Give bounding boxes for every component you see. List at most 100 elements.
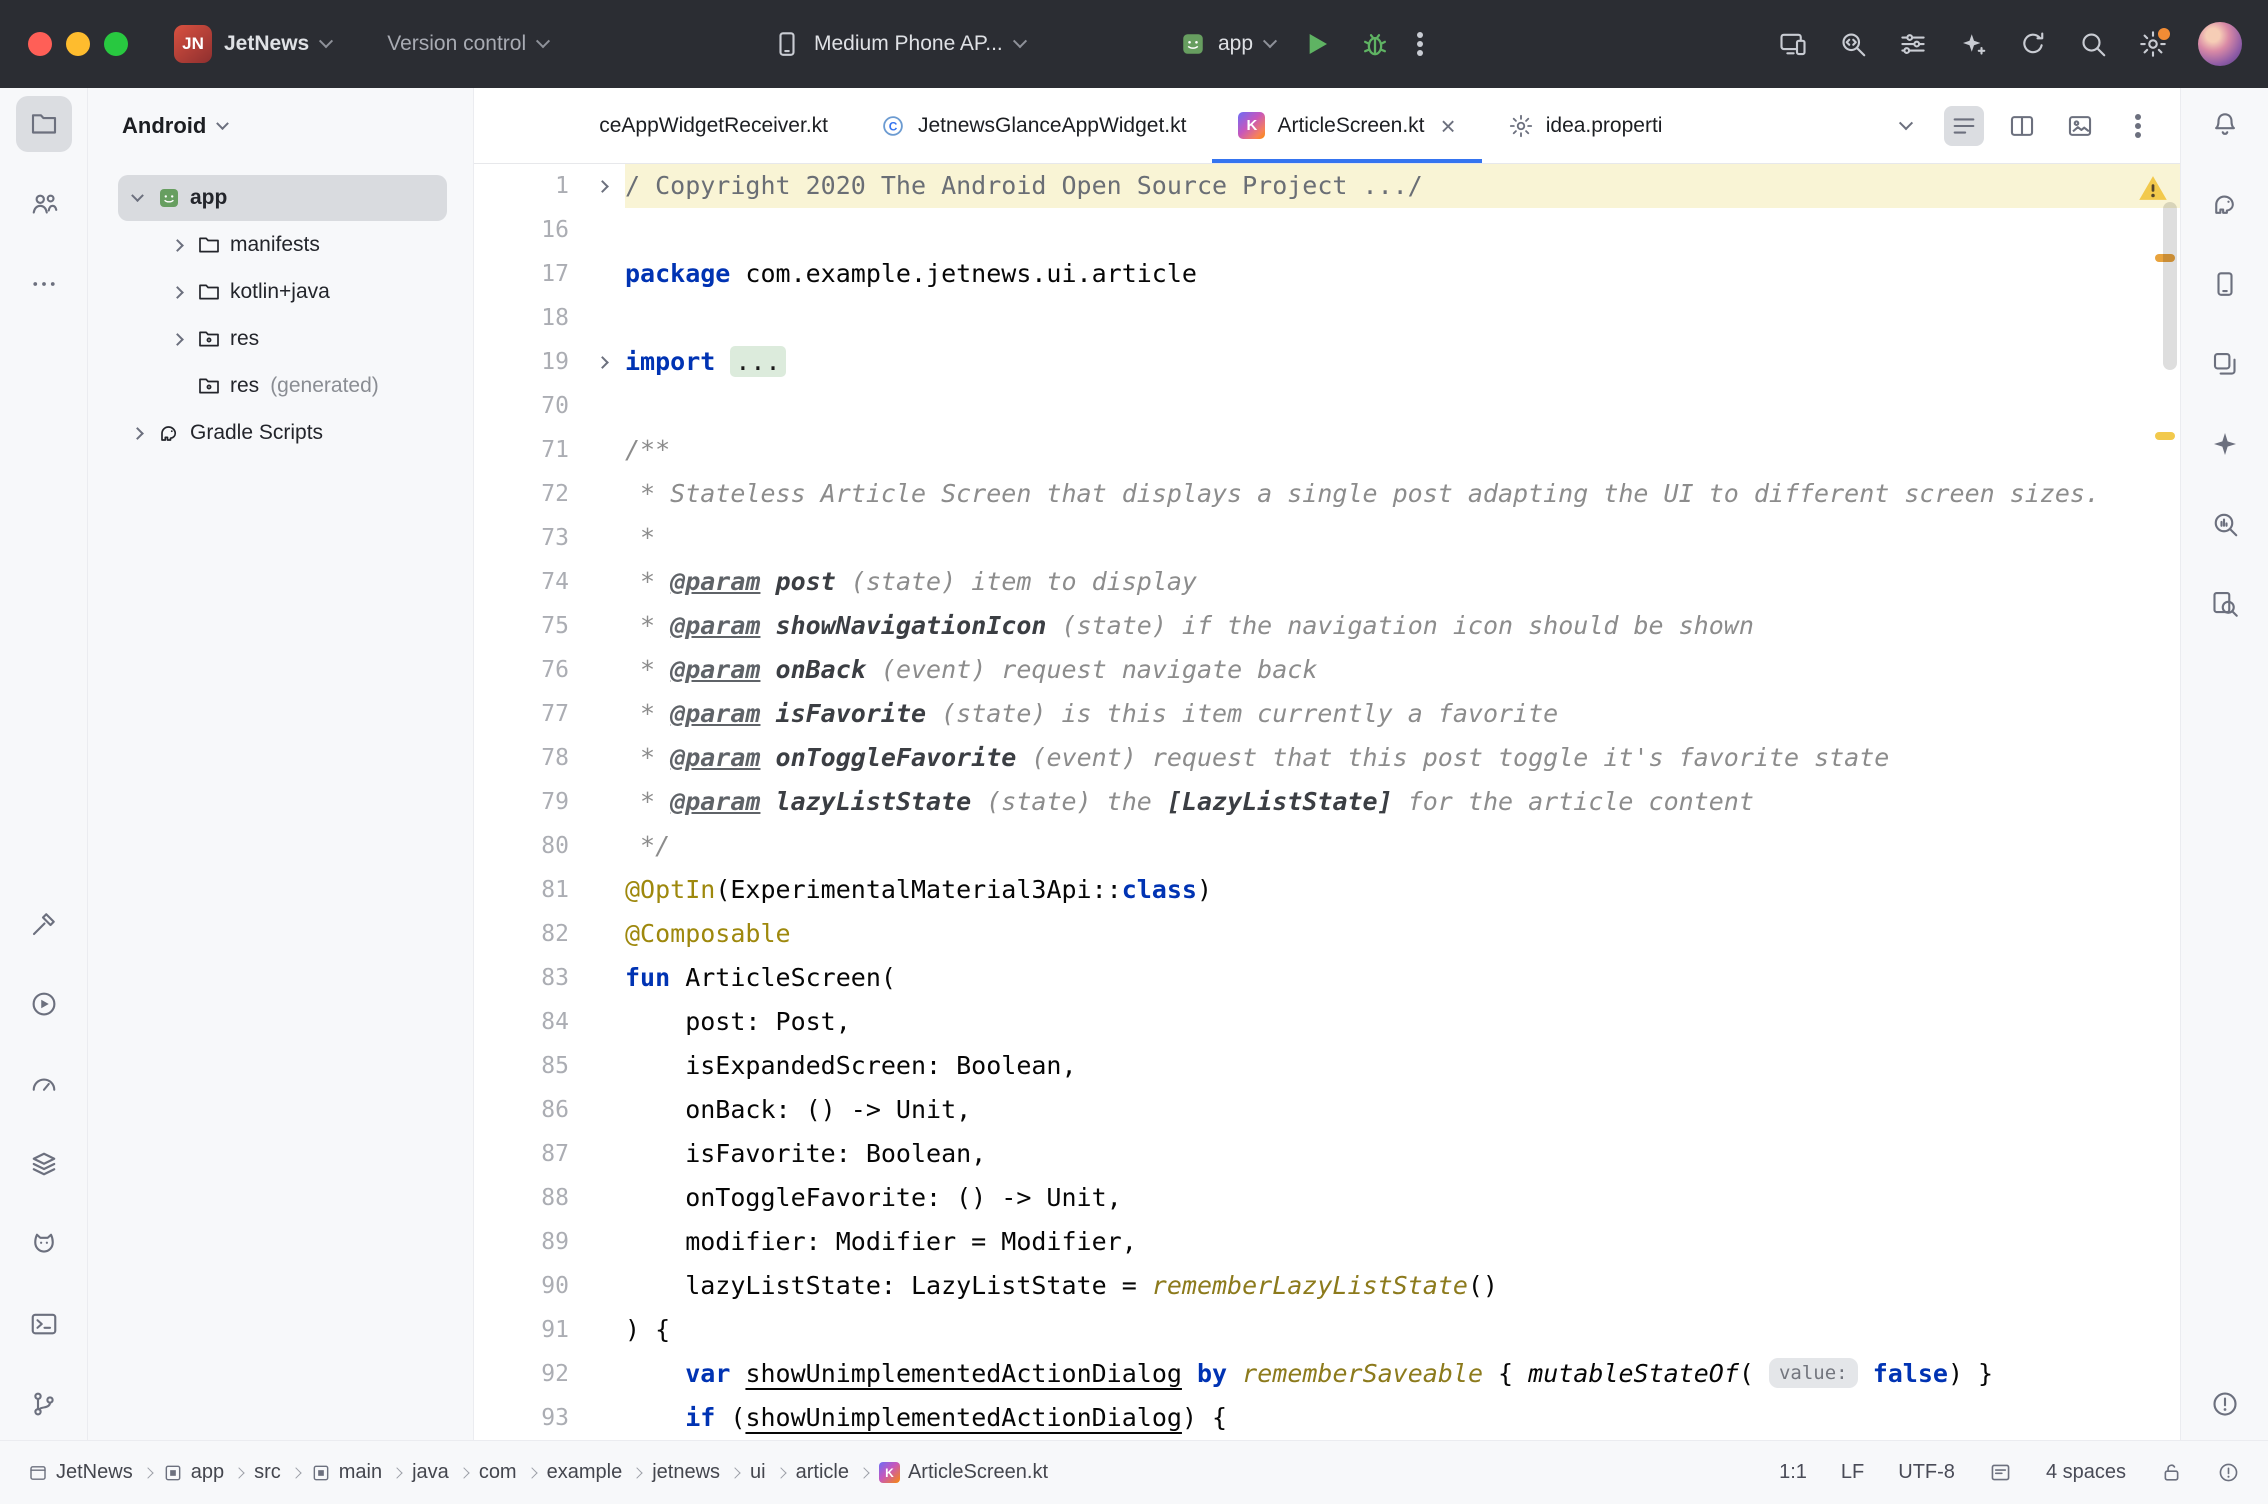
logcat-icon[interactable] (16, 1216, 72, 1272)
split-editor-icon[interactable] (2002, 106, 2042, 146)
code-line-73[interactable]: 73 * (474, 516, 2180, 560)
line-number[interactable]: 86 (474, 1088, 579, 1132)
line-number[interactable]: 90 (474, 1264, 579, 1308)
tab-ceappwidgetreceiver-kt[interactable]: ceAppWidgetReceiver.kt (474, 88, 854, 163)
fold-toggle-icon[interactable] (579, 340, 625, 384)
search-everywhere-icon[interactable] (2078, 29, 2108, 59)
code-line-92[interactable]: 92 var showUnimplementedActionDialog by … (474, 1352, 2180, 1396)
line-number[interactable]: 70 (474, 384, 579, 428)
code-line-89[interactable]: 89 modifier: Modifier = Modifier, (474, 1220, 2180, 1264)
code-editor[interactable]: 1/ Copyright 2020 The Android Open Sourc… (474, 164, 2180, 1440)
breadcrumb-src[interactable]: src (254, 1461, 281, 1484)
line-number[interactable]: 93 (474, 1396, 579, 1440)
line-number[interactable]: 92 (474, 1352, 579, 1396)
debug-button[interactable] (1359, 28, 1391, 60)
breadcrumb-article[interactable]: article (796, 1461, 849, 1484)
line-number[interactable]: 78 (474, 736, 579, 780)
profiler-icon[interactable] (16, 1056, 72, 1112)
app-inspection-icon[interactable] (16, 1136, 72, 1192)
code-line-81[interactable]: 81@OptIn(ExperimentalMaterial3Api::class… (474, 868, 2180, 912)
project-selector[interactable]: JN JetNews (174, 25, 331, 63)
gemini-icon[interactable] (2197, 416, 2253, 472)
project-view-selector[interactable]: Android (88, 88, 473, 164)
hidden-tabs-chevron-icon[interactable] (1886, 106, 1926, 146)
editor-scrollbar[interactable] (2163, 202, 2177, 370)
code-line-18[interactable]: 18 (474, 296, 2180, 340)
line-separator-widget[interactable]: LF (1841, 1461, 1864, 1484)
line-number[interactable]: 73 (474, 516, 579, 560)
line-number[interactable]: 75 (474, 604, 579, 648)
line-number[interactable]: 80 (474, 824, 579, 868)
build-icon[interactable] (16, 896, 72, 952)
breadcrumb-java[interactable]: java (412, 1461, 449, 1484)
line-number[interactable]: 74 (474, 560, 579, 604)
lock-icon[interactable] (2160, 1461, 2183, 1484)
pull-requests-icon[interactable] (16, 176, 72, 232)
find-icon[interactable] (2197, 576, 2253, 632)
line-number[interactable]: 16 (474, 208, 579, 252)
notifications-icon[interactable] (2197, 96, 2253, 152)
tree-item-res[interactable]: res (118, 316, 447, 362)
code-line-17[interactable]: 17package com.example.jetnews.ui.article (474, 252, 2180, 296)
code-line-74[interactable]: 74 * @param post (state) item to display (474, 560, 2180, 604)
tab-idea-properti[interactable]: idea.properti (1482, 88, 1689, 163)
device-manager-icon[interactable] (2197, 256, 2253, 312)
close-window-button[interactable] (28, 32, 52, 56)
code-line-1[interactable]: 1/ Copyright 2020 The Android Open Sourc… (474, 164, 2180, 208)
line-number[interactable]: 77 (474, 692, 579, 736)
project-icon[interactable] (16, 96, 72, 152)
breadcrumb-ui[interactable]: ui (750, 1461, 766, 1484)
code-line-76[interactable]: 76 * @param onBack (event) request navig… (474, 648, 2180, 692)
tree-item-res[interactable]: res(generated) (118, 363, 447, 409)
more-actions-kebab-icon[interactable] (1417, 41, 1423, 47)
line-number[interactable]: 18 (474, 296, 579, 340)
tab-articlescreen-kt[interactable]: KArticleScreen.kt× (1212, 88, 1481, 163)
gemini-ai-icon[interactable] (1958, 29, 1988, 59)
line-number[interactable]: 88 (474, 1176, 579, 1220)
tree-item-kotlin-java[interactable]: kotlin+java (118, 269, 447, 315)
fold-toggle-icon[interactable] (579, 164, 625, 208)
tree-item-gradle-scripts[interactable]: Gradle Scripts (118, 410, 447, 456)
device-selector[interactable]: Medium Phone AP... (772, 29, 1025, 59)
code-line-77[interactable]: 77 * @param isFavorite (state) is this i… (474, 692, 2180, 736)
tab-close-icon[interactable]: × (1441, 113, 1456, 139)
code-line-82[interactable]: 82@Composable (474, 912, 2180, 956)
code-line-75[interactable]: 75 * @param showNavigationIcon (state) i… (474, 604, 2180, 648)
code-line-16[interactable]: 16 (474, 208, 2180, 252)
preview-icon[interactable] (2060, 106, 2100, 146)
editor-options-kebab-icon[interactable] (2118, 106, 2158, 146)
code-line-19[interactable]: 19import ... (474, 340, 2180, 384)
indent-widget[interactable]: 4 spaces (2046, 1461, 2126, 1484)
breadcrumb-example[interactable]: example (547, 1461, 623, 1484)
code-line-80[interactable]: 80 */ (474, 824, 2180, 868)
resource-manager-icon[interactable] (2197, 336, 2253, 392)
breadcrumb-app[interactable]: app (163, 1461, 224, 1484)
code-line-88[interactable]: 88 onToggleFavorite: () -> Unit, (474, 1176, 2180, 1220)
line-number[interactable]: 89 (474, 1220, 579, 1264)
breadcrumb-jetnews[interactable]: jetnews (652, 1461, 720, 1484)
line-number[interactable]: 76 (474, 648, 579, 692)
line-number[interactable]: 81 (474, 868, 579, 912)
code-line-93[interactable]: 93 if (showUnimplementedActionDialog) { (474, 1396, 2180, 1440)
run-icon[interactable] (16, 976, 72, 1032)
code-line-87[interactable]: 87 isFavorite: Boolean, (474, 1132, 2180, 1176)
line-number[interactable]: 82 (474, 912, 579, 956)
code-line-86[interactable]: 86 onBack: () -> Unit, (474, 1088, 2180, 1132)
warning-stripe-mark[interactable] (2155, 432, 2175, 440)
code-line-85[interactable]: 85 isExpandedScreen: Boolean, (474, 1044, 2180, 1088)
code-line-90[interactable]: 90 lazyListState: LazyListState = rememb… (474, 1264, 2180, 1308)
line-number[interactable]: 19 (474, 340, 579, 384)
gradle-icon[interactable] (2197, 176, 2253, 232)
code-line-91[interactable]: 91) { (474, 1308, 2180, 1352)
inspection-warning-icon[interactable] (2138, 174, 2168, 208)
file-encoding-widget[interactable]: UTF-8 (1898, 1461, 1955, 1484)
run-button[interactable] (1301, 28, 1333, 60)
line-number[interactable]: 71 (474, 428, 579, 472)
gradle-sync-icon[interactable] (2018, 29, 2048, 59)
problems-icon[interactable] (2197, 1376, 2253, 1432)
view-options-icon[interactable] (1898, 29, 1928, 59)
code-line-84[interactable]: 84 post: Post, (474, 1000, 2180, 1044)
line-number[interactable]: 85 (474, 1044, 579, 1088)
terminal-icon[interactable] (16, 1296, 72, 1352)
user-avatar[interactable] (2198, 22, 2242, 66)
